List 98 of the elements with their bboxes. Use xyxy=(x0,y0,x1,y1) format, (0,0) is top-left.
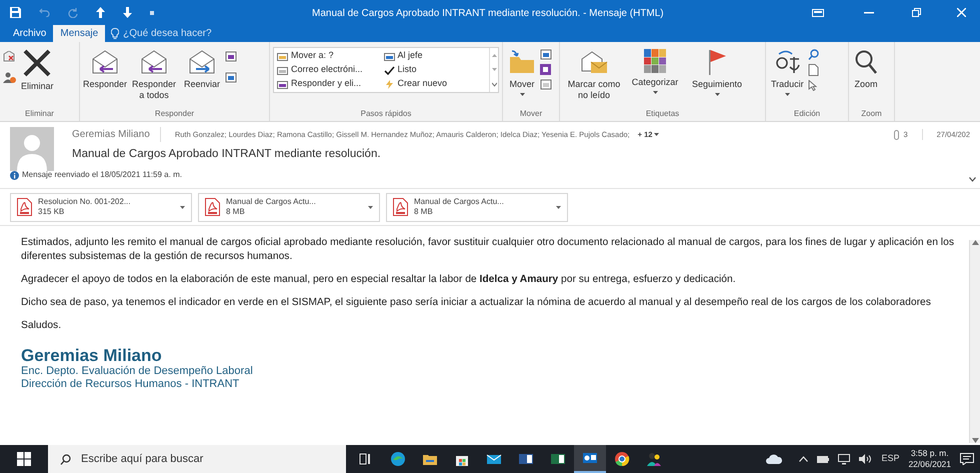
avatar xyxy=(10,127,54,171)
lightning-icon xyxy=(384,80,394,88)
scroll-down-icon[interactable] xyxy=(972,438,978,443)
quick-step-item[interactable]: Mover a: ? xyxy=(277,49,380,63)
body-paragraph: Estimados, adjunto les remito el manual de cargos oficial aprobado mediante resolución, favor sustituir cualquier otro documento relacionado al manual de cargos, para los fines de lugar y aplicación en los diferentes subsistemas de la gestión de recursos humanos. xyxy=(21,236,955,264)
ribbon-button[interactable]: Traducir xyxy=(769,45,806,96)
restore-icon[interactable] xyxy=(912,8,921,17)
group-label: Zoom xyxy=(860,108,883,120)
scroll-up-icon[interactable] xyxy=(972,240,978,245)
volume-icon[interactable] xyxy=(859,454,872,464)
translate-icon xyxy=(774,49,800,75)
ribbon-button[interactable]: Reenviar xyxy=(181,45,223,90)
caret-icon[interactable] xyxy=(556,206,561,208)
clock[interactable]: 3:58 p. m. 22/06/2021 xyxy=(908,448,951,470)
word-icon xyxy=(518,451,534,467)
search-icon xyxy=(60,454,71,464)
person-icon[interactable] xyxy=(3,72,17,83)
ribbon-display-icon[interactable] xyxy=(812,8,824,16)
ribbon-button[interactable]: Marcar como no leído xyxy=(563,45,625,101)
caret-icon[interactable] xyxy=(180,206,185,208)
signature-line: Enc. Depto. Evaluación de Desempeño Laboral xyxy=(21,365,254,378)
ignore-icon[interactable] xyxy=(3,51,15,62)
arrow-up-icon[interactable] xyxy=(96,7,105,18)
group-label: Edición xyxy=(792,108,822,120)
lightbulb-icon[interactable] xyxy=(111,28,120,39)
quick-step-item[interactable]: Listo xyxy=(384,63,486,77)
group-label: Etiquetas xyxy=(644,108,680,120)
ribbon-tab[interactable]: Mensaje xyxy=(53,25,106,42)
ribbon-button[interactable]: Responder xyxy=(83,45,127,90)
ribbon-button[interactable]: Zoom xyxy=(852,45,880,90)
caret-icon[interactable] xyxy=(652,91,658,94)
ribbon-button[interactable]: Eliminar xyxy=(19,45,56,92)
arrow-down-icon[interactable] xyxy=(123,7,132,18)
check-icon xyxy=(384,66,394,74)
taskbar-app[interactable] xyxy=(574,445,606,473)
network-icon[interactable] xyxy=(838,454,850,464)
minimize-icon[interactable] xyxy=(864,12,874,14)
group-label: Mover xyxy=(518,108,544,120)
info-text: Mensaje reenviado el 18/05/2021 11:59 a. m. xyxy=(22,169,182,181)
attachment-card[interactable]: Manual de Cargos Actu... 8 MB xyxy=(198,192,380,222)
quick-step-item[interactable]: Crear nuevo xyxy=(384,77,486,91)
pdf-icon xyxy=(205,198,220,216)
cloud-icon[interactable] xyxy=(766,454,782,464)
battery-icon[interactable] xyxy=(817,456,830,462)
window-title: Manual de Cargos Aprobado INTRANT mediante resolución. - Mensaje (HTML) xyxy=(312,7,664,21)
group-label: Responder xyxy=(154,108,196,120)
paperclip-icon xyxy=(894,130,900,140)
mail-app-icon xyxy=(582,450,598,466)
chrome-icon xyxy=(614,451,630,467)
windows-icon[interactable] xyxy=(17,452,31,466)
more-icon[interactable] xyxy=(492,82,496,86)
spreadsheet-icon xyxy=(550,451,566,467)
attachment-card[interactable]: Manual de Cargos Actu... 8 MB xyxy=(386,192,568,222)
group-label: Eliminar xyxy=(24,108,55,120)
quick-step-item[interactable]: Responder y eli... xyxy=(277,77,380,91)
attachment-card[interactable]: Resolucion No. 001-202... 315 KB xyxy=(10,192,192,222)
pdf-icon xyxy=(393,198,408,216)
signature-name: Geremias Miliano xyxy=(21,346,163,365)
close-icon[interactable] xyxy=(957,8,966,17)
delete-icon xyxy=(22,49,52,77)
body-paragraph: Saludos. xyxy=(21,319,62,333)
ribbon-button[interactable]: Seguimiento xyxy=(685,45,749,96)
magnifier-icon xyxy=(854,49,878,75)
quick-step-item[interactable]: Al jefe xyxy=(384,49,486,63)
caret-icon[interactable] xyxy=(784,93,790,96)
quick-step-item[interactable]: Correo electróni... xyxy=(277,63,380,77)
save-icon[interactable] xyxy=(10,7,21,18)
people-icon xyxy=(646,451,662,467)
color-grid-icon xyxy=(644,49,666,73)
signature-line: Dirección de Recursos Humanos - INTRANT xyxy=(21,378,240,391)
body-paragraph: Agradecer el apoyo de todos en la elaboración de este manual, pero en especial resaltar la labor de Idelca y Amaury por su entrega, esfuerzo y dedicación. xyxy=(21,273,737,287)
scrollbar[interactable] xyxy=(969,240,980,443)
ribbon-tab[interactable]: Archivo xyxy=(6,25,54,42)
group-label: Pasos rápidos xyxy=(360,108,412,120)
ribbon-button[interactable]: Responder a todos xyxy=(129,45,179,101)
caret-icon[interactable] xyxy=(520,93,524,96)
tell-me-field[interactable]: ¿Qué desea hacer? xyxy=(123,26,212,41)
info-icon xyxy=(10,170,19,180)
expand-icon[interactable] xyxy=(969,177,976,182)
message-subject: Manual de Cargos Aprobado INTRANT mediante resolución. xyxy=(72,147,382,162)
notifications-icon[interactable] xyxy=(960,453,974,465)
search-field[interactable]: Escribe aquí para buscar xyxy=(48,445,346,473)
customize-icon[interactable] xyxy=(150,10,154,14)
ribbon-button[interactable]: Mover xyxy=(506,45,538,96)
cursor-icon[interactable] xyxy=(808,80,817,91)
language-indicator[interactable]: ESP xyxy=(881,452,900,466)
sender-name: Geremias Miliano xyxy=(72,127,161,142)
flag-icon xyxy=(707,49,727,75)
caret-icon[interactable] xyxy=(714,93,720,96)
chevron-up-icon[interactable] xyxy=(799,456,808,462)
body-paragraph: Dicho sea de paso, ya tenemos el indicador en verde en el SISMAP, el siguiente paso sería iniciar a actualizar la nómina de acuerdo al manual y al desempeño real de los cargos de los colaboradores xyxy=(21,296,932,310)
pdf-icon xyxy=(17,198,32,216)
caret-icon[interactable] xyxy=(654,133,660,136)
caret-icon[interactable] xyxy=(368,206,373,208)
browser-icon xyxy=(390,451,406,467)
document-icon[interactable] xyxy=(808,64,819,76)
search-icon[interactable] xyxy=(808,49,819,60)
ribbon-button[interactable]: Categorizar xyxy=(627,45,683,94)
